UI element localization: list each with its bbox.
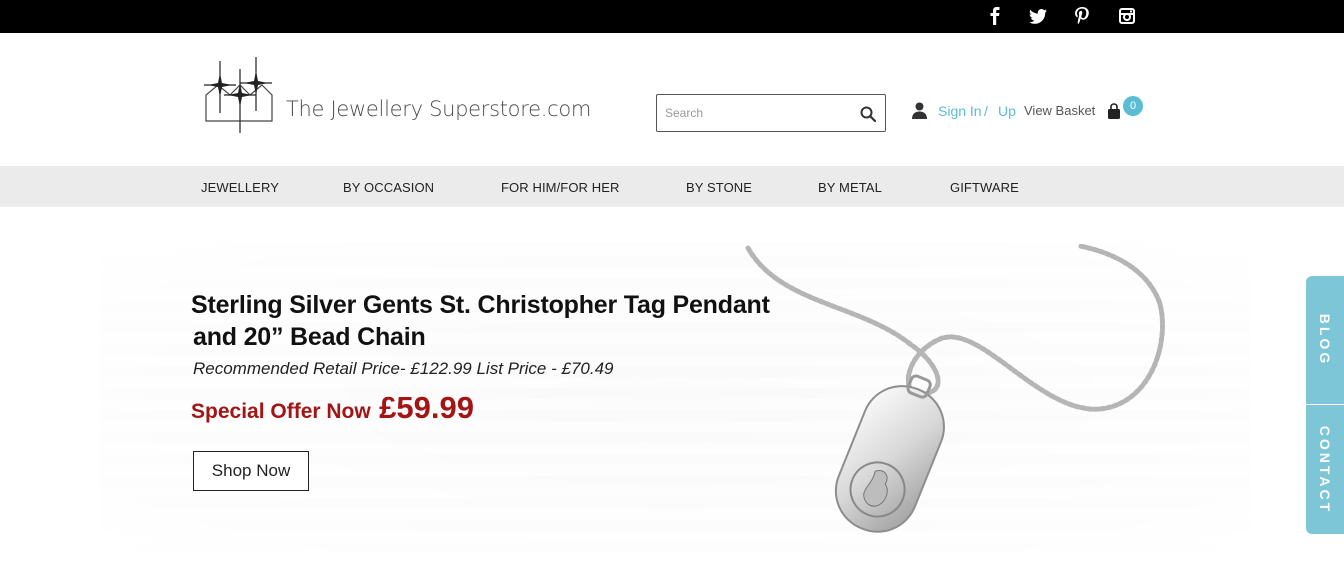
facebook-icon[interactable] xyxy=(983,4,1007,28)
special-offer: Special Offer Now £59.99 xyxy=(191,390,474,426)
site-logo[interactable]: The Jewellery Superstore.com xyxy=(200,55,600,137)
hero-title-line-2: and 20” Bead Chain xyxy=(193,323,426,351)
user-icon[interactable] xyxy=(912,102,927,124)
nav-item-by-stone[interactable]: BY STONE xyxy=(686,180,752,195)
blog-tab[interactable]: BLOG xyxy=(1306,276,1344,404)
nav-item-by-metal[interactable]: BY METAL xyxy=(818,180,882,195)
sign-in-link[interactable]: Sign In xyxy=(938,103,982,119)
blog-tab-label: BLOG xyxy=(1317,313,1334,367)
logo-sparkle-icon xyxy=(204,57,273,133)
hero-title-line-1: Sterling Silver Gents St. Christopher Ta… xyxy=(191,291,770,319)
nav-item-jewellery[interactable]: JEWELLERY xyxy=(201,180,279,195)
twitter-icon[interactable] xyxy=(1026,4,1050,28)
special-offer-label: Special Offer Now xyxy=(191,400,371,423)
shop-now-button[interactable]: Shop Now xyxy=(193,451,309,491)
instagram-icon[interactable] xyxy=(1115,4,1139,28)
pendant-image xyxy=(745,244,1165,533)
search-box xyxy=(656,94,886,132)
special-offer-price: £59.99 xyxy=(379,390,474,425)
sign-up-link[interactable]: Up xyxy=(998,103,1016,119)
logo-text: The Jewellery Superstore.com xyxy=(286,97,592,121)
search-icon[interactable] xyxy=(859,105,877,123)
hero-title: Sterling Silver Gents St. Christopher Ta… xyxy=(191,289,791,353)
contact-tab-label: CONTACT xyxy=(1317,425,1333,514)
main-nav: JEWELLERY BY OCCASION FOR HIM/FOR HER BY… xyxy=(0,166,1344,207)
nav-item-by-occasion[interactable]: BY OCCASION xyxy=(343,180,434,195)
view-basket-link[interactable]: View Basket xyxy=(1024,103,1095,118)
site-header: The Jewellery Superstore.com Sign In / U… xyxy=(0,33,1344,166)
hero-price-info: Recommended Retail Price- £122.99 List P… xyxy=(193,359,614,378)
search-input[interactable] xyxy=(665,104,845,122)
contact-tab[interactable]: CONTACT xyxy=(1306,405,1344,534)
nav-item-giftware[interactable]: GIFTWARE xyxy=(950,180,1019,195)
side-tabs: BLOG CONTACT xyxy=(1306,276,1344,534)
pinterest-icon[interactable] xyxy=(1070,4,1094,28)
account-separator: / xyxy=(984,103,988,119)
shopping-bag-icon[interactable] xyxy=(1107,103,1121,125)
nav-item-for-him-for-her[interactable]: FOR HIM/FOR HER xyxy=(501,180,620,195)
top-bar xyxy=(0,0,1344,33)
basket-count-badge: 0 xyxy=(1123,96,1143,116)
